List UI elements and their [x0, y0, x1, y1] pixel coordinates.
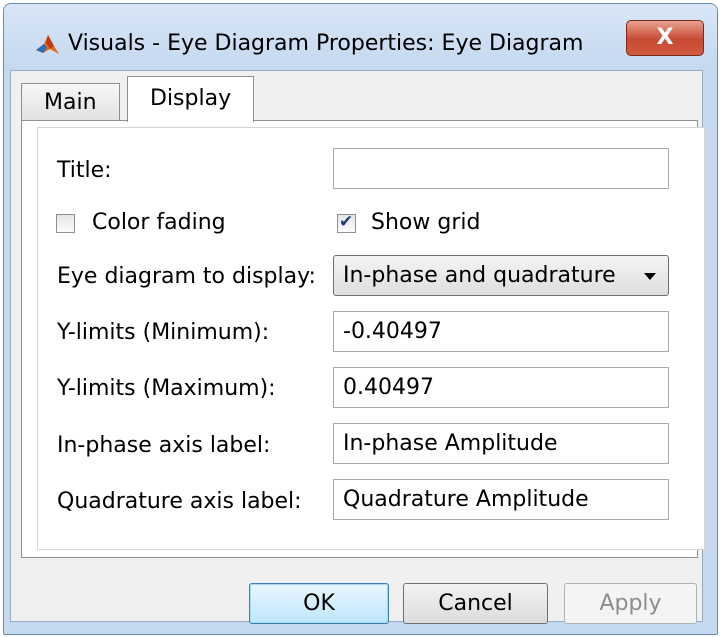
ok-button[interactable]: OK	[249, 583, 389, 624]
chevron-down-icon	[644, 273, 656, 280]
apply-button[interactable]: Apply	[564, 583, 697, 624]
title-label: Title:	[57, 158, 112, 183]
quadrature-axis-label: Quadrature axis label:	[57, 489, 302, 514]
eye-diagram-display-value: In-phase and quadrature	[343, 263, 616, 288]
color-fading-checkbox[interactable]	[56, 214, 75, 233]
matlab-logo-icon	[36, 35, 59, 54]
eye-diagram-display-label: Eye diagram to display:	[57, 264, 316, 289]
color-fading-label: Color fading	[92, 210, 226, 235]
ymax-field[interactable]: 0.40497	[333, 367, 669, 408]
inphase-axis-label: In-phase axis label:	[57, 433, 271, 458]
checkmark-icon: ✔	[339, 212, 354, 232]
window-title: Visuals - Eye Diagram Properties: Eye Di…	[68, 31, 584, 56]
tab-main[interactable]: Main	[21, 83, 120, 121]
quadrature-axis-field[interactable]: Quadrature Amplitude	[333, 479, 669, 520]
title-bar[interactable]: Visuals - Eye Diagram Properties: Eye Di…	[4, 4, 717, 74]
close-button[interactable]: X	[626, 20, 704, 56]
ymax-label: Y-limits (Maximum):	[57, 376, 276, 401]
eye-diagram-display-select[interactable]: In-phase and quadrature	[333, 255, 669, 296]
ymin-field[interactable]: -0.40497	[333, 311, 669, 352]
title-field[interactable]	[333, 148, 669, 189]
show-grid-label: Show grid	[371, 210, 481, 235]
close-icon: X	[656, 25, 674, 50]
cancel-button[interactable]: Cancel	[403, 583, 548, 624]
ymin-label: Y-limits (Minimum):	[57, 320, 270, 345]
inphase-axis-field[interactable]: In-phase Amplitude	[333, 423, 669, 464]
tab-display[interactable]: Display	[127, 76, 255, 122]
show-grid-checkbox[interactable]: ✔	[337, 212, 356, 233]
